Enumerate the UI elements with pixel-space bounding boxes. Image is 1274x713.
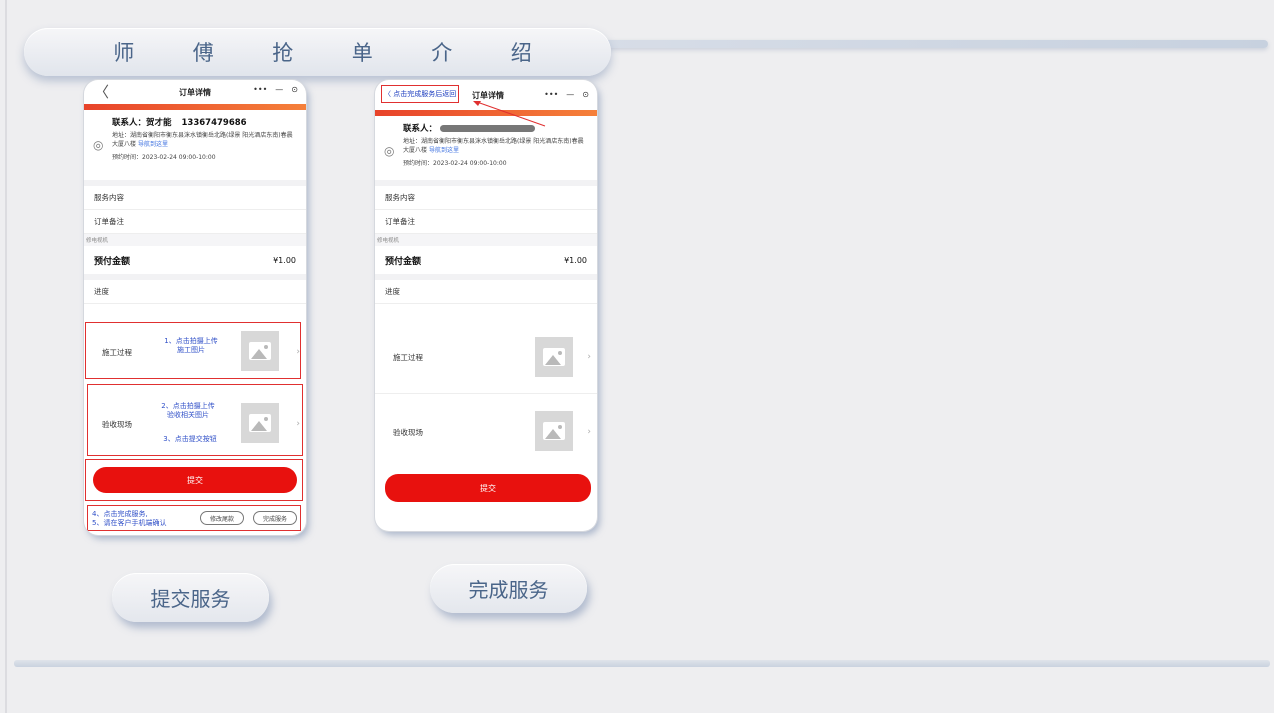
service-type-label: 修电视机 bbox=[84, 234, 306, 246]
title-char: 介 bbox=[431, 41, 453, 65]
caption-complete-service: 完成服务 bbox=[430, 564, 587, 613]
prepay-row: 预付金额 ¥1.00 bbox=[375, 246, 597, 274]
acceptance-label: 验收现场 bbox=[393, 428, 423, 437]
contact-label: 联系人： bbox=[403, 124, 438, 134]
progress-row: 进度 bbox=[84, 280, 306, 304]
bottom-rule bbox=[14, 660, 1270, 667]
image-placeholder-icon bbox=[543, 348, 565, 366]
location-icon: ◎ bbox=[93, 138, 104, 152]
title-char: 单 bbox=[351, 41, 373, 65]
more-icon[interactable]: ••• bbox=[253, 85, 267, 94]
minimize-icon[interactable]: — bbox=[566, 90, 574, 99]
prepay-label: 预付金额 bbox=[385, 256, 422, 267]
banner-line bbox=[600, 40, 1268, 48]
progress-row: 进度 bbox=[375, 280, 597, 304]
service-type-label: 修电视机 bbox=[375, 234, 597, 246]
section-title: 师 傅 抢 单 介 绍 bbox=[24, 28, 611, 76]
prepay-label: 预付金额 bbox=[94, 256, 131, 267]
contact-label: 联系人：贺才能 bbox=[112, 118, 172, 128]
highlight-box bbox=[87, 505, 301, 531]
nav-bar: 〈 订单详情 ••• — ⊙ bbox=[84, 80, 306, 104]
close-icon[interactable]: ⊙ bbox=[582, 90, 589, 99]
location-icon: ◎ bbox=[384, 144, 395, 158]
contact-phone[interactable]: 13367479686 bbox=[182, 118, 247, 128]
close-icon[interactable]: ⊙ bbox=[291, 85, 298, 94]
contact-name: 联系人：贺才能 13367479686 bbox=[112, 116, 298, 128]
phone-screenshot-submit: 〈 订单详情 ••• — ⊙ ◎ 联系人：贺才能 13367479686 地址：湖… bbox=[84, 80, 306, 535]
navigate-link[interactable]: 导航到这里 bbox=[138, 141, 168, 148]
arrow-annotation bbox=[473, 101, 546, 127]
highlight-box bbox=[85, 322, 301, 379]
service-content-row: 服务内容 bbox=[84, 186, 306, 210]
appointment-time: 预约时间：2023-02-24 09:00-10:00 bbox=[112, 154, 216, 161]
caption-submit-service: 提交服务 bbox=[112, 573, 269, 622]
title-char: 师 bbox=[113, 41, 135, 65]
navigate-link[interactable]: 导航到这里 bbox=[429, 147, 459, 154]
construction-photo[interactable] bbox=[535, 337, 573, 377]
order-note-row: 订单备注 bbox=[84, 210, 306, 234]
back-hint-button[interactable]: 〈 点击完成服务后返回 bbox=[381, 85, 460, 103]
minimize-icon[interactable]: — bbox=[275, 85, 283, 94]
left-rule bbox=[5, 0, 7, 713]
address: 地址：湖南省衡阳市衡东县洣水镇衡岳北路(绿景 阳光酒店东南)春晨大厦八楼 导航到… bbox=[112, 131, 298, 149]
title-char: 绍 bbox=[510, 41, 532, 65]
image-placeholder-icon bbox=[543, 422, 565, 440]
title-char: 傅 bbox=[192, 41, 214, 65]
prepay-value: ¥1.00 bbox=[564, 255, 587, 265]
address: 地址：湖南省衡阳市衡东县洣水镇衡岳北路(绿景 阳光酒店东南)春晨大厦八楼 导航到… bbox=[403, 137, 589, 155]
acceptance-row[interactable]: 验收现场 › bbox=[375, 394, 597, 470]
chevron-right-icon: › bbox=[587, 352, 591, 362]
submit-button[interactable]: 提交 bbox=[385, 474, 591, 502]
phone-screenshot-complete: 〈 点击完成服务后返回 订单详情 ••• — ⊙ ◎ 联系人： 地址：湖南省衡阳… bbox=[375, 80, 597, 531]
highlight-box bbox=[85, 459, 303, 501]
appointment-time: 预约时间：2023-02-24 09:00-10:00 bbox=[403, 160, 507, 167]
construction-row[interactable]: 施工过程 › bbox=[375, 320, 597, 394]
mini-program-capsule[interactable]: ••• — ⊙ bbox=[544, 90, 589, 99]
contact-card: ◎ 联系人：贺才能 13367479686 地址：湖南省衡阳市衡东县洣水镇衡岳北路… bbox=[84, 110, 306, 180]
acceptance-photo[interactable] bbox=[535, 411, 573, 451]
mini-program-capsule[interactable]: ••• — ⊙ bbox=[253, 85, 298, 94]
order-note-row: 订单备注 bbox=[375, 210, 597, 234]
service-content-row: 服务内容 bbox=[375, 186, 597, 210]
construction-label: 施工过程 bbox=[393, 353, 423, 362]
title-char: 抢 bbox=[272, 41, 294, 65]
prepay-value: ¥1.00 bbox=[273, 255, 296, 265]
prepay-row: 预付金额 ¥1.00 bbox=[84, 246, 306, 274]
chevron-right-icon: › bbox=[587, 427, 591, 437]
highlight-box bbox=[87, 384, 303, 456]
